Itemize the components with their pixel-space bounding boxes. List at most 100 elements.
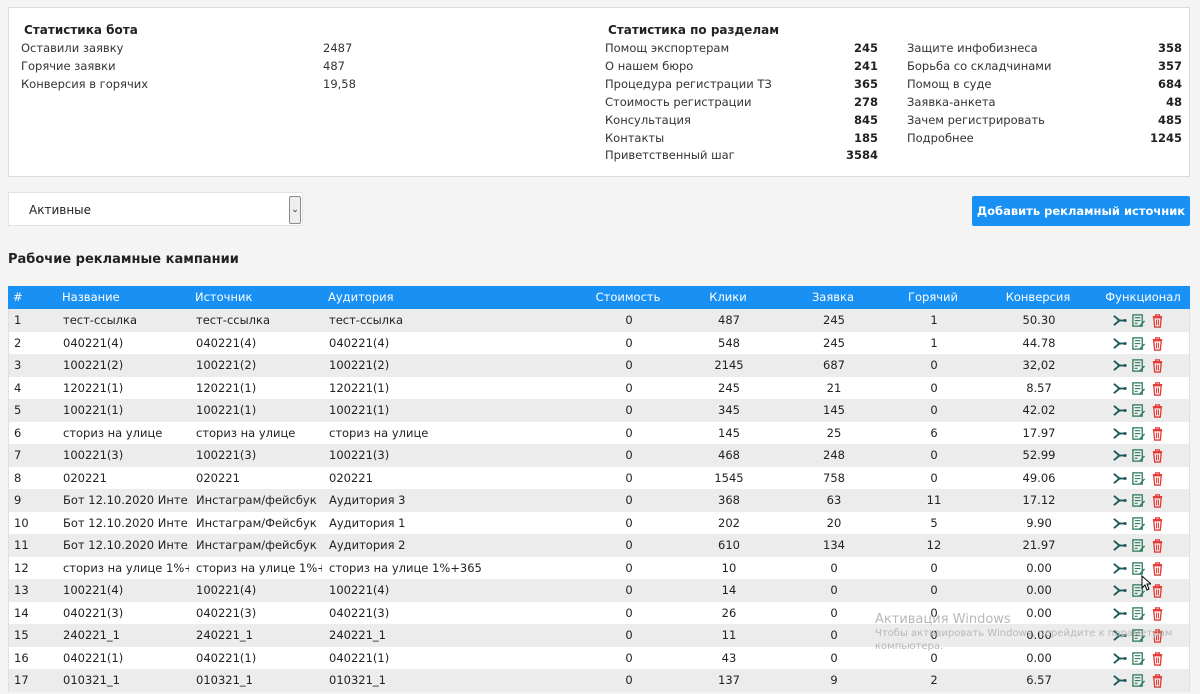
- header-source[interactable]: Источник: [195, 286, 321, 309]
- bot-stat-label: Оставили заявку: [21, 41, 124, 55]
- edit-icon[interactable]: [1131, 426, 1146, 441]
- section-stat-value: 3584: [845, 148, 878, 163]
- share-icon[interactable]: [1112, 358, 1127, 373]
- header-hot[interactable]: Горячий: [893, 286, 973, 309]
- table-row: 16 040221(1) 040221(1) 040221(1) 0 43 0 0 0.00: [8, 646, 1190, 669]
- edit-icon[interactable]: [1131, 493, 1146, 508]
- share-icon[interactable]: [1112, 538, 1127, 553]
- add-ad-source-button[interactable]: Добавить рекламный источник: [972, 196, 1190, 226]
- edit-icon[interactable]: [1131, 471, 1146, 486]
- trash-icon[interactable]: [1150, 381, 1165, 396]
- status-filter-select[interactable]: Активные ⌄: [8, 192, 303, 226]
- section-stat-row: Помощ в суде 684: [907, 77, 1182, 95]
- share-icon[interactable]: [1112, 448, 1127, 463]
- section-stat-label: Подробнее: [907, 130, 974, 145]
- trash-icon[interactable]: [1150, 336, 1165, 351]
- cell-audience: Аудитория 1: [329, 515, 406, 530]
- trash-icon[interactable]: [1150, 583, 1165, 598]
- cell-name: 100221(4): [63, 583, 124, 597]
- edit-icon[interactable]: [1131, 628, 1146, 643]
- header-leads[interactable]: Заявка: [793, 286, 873, 309]
- cell-cost: 0: [625, 583, 633, 597]
- share-icon[interactable]: [1112, 403, 1127, 418]
- header-name[interactable]: Название: [62, 286, 188, 309]
- trash-icon[interactable]: [1150, 403, 1165, 418]
- table-row: 5 100221(1) 100221(1) 100221(1) 0 345 145 0 42.0…: [8, 399, 1190, 422]
- trash-icon[interactable]: [1150, 651, 1165, 666]
- edit-icon[interactable]: [1131, 561, 1146, 576]
- table-row: 7 100221(3) 100221(3) 100221(3) 0 468 248 0 52.9…: [8, 444, 1190, 467]
- edit-icon[interactable]: [1131, 381, 1146, 396]
- header-audience[interactable]: Аудитория: [328, 286, 528, 309]
- share-icon[interactable]: [1112, 628, 1127, 643]
- header-num[interactable]: #: [13, 286, 53, 309]
- bot-stat-label: Конверсия в горячих: [21, 77, 149, 91]
- share-icon[interactable]: [1112, 583, 1127, 598]
- share-icon[interactable]: [1112, 426, 1127, 441]
- trash-icon[interactable]: [1150, 426, 1165, 441]
- edit-icon[interactable]: [1131, 651, 1146, 666]
- share-icon[interactable]: [1112, 493, 1127, 508]
- edit-icon[interactable]: [1131, 673, 1146, 688]
- chevron-down-icon[interactable]: ⌄: [289, 196, 301, 224]
- section-stat-row: Борьба со складчинами 357: [907, 59, 1182, 77]
- share-icon[interactable]: [1112, 516, 1127, 531]
- edit-icon[interactable]: [1131, 516, 1146, 531]
- cell-audience: сториз на улице 1%+365: [329, 560, 482, 575]
- share-icon[interactable]: [1112, 561, 1127, 576]
- cell-num: 14: [14, 605, 29, 620]
- share-icon[interactable]: [1112, 471, 1127, 486]
- header-clicks[interactable]: Клики: [688, 286, 768, 309]
- trash-icon[interactable]: [1150, 673, 1165, 688]
- share-icon[interactable]: [1112, 313, 1127, 328]
- share-icon[interactable]: [1112, 336, 1127, 351]
- cell-source: сториз на улице 1%+...: [196, 560, 322, 575]
- cell-cost: 0: [625, 628, 633, 642]
- header-conversion[interactable]: Конверсия: [998, 286, 1078, 309]
- share-icon[interactable]: [1112, 673, 1127, 688]
- cell-leads: 0: [830, 560, 838, 575]
- header-cost[interactable]: Стоимость: [588, 286, 668, 309]
- cell-source: Инстаграм/Фейсбук: [196, 515, 317, 530]
- edit-icon[interactable]: [1131, 538, 1146, 553]
- share-icon[interactable]: [1112, 651, 1127, 666]
- edit-icon[interactable]: [1131, 403, 1146, 418]
- section-stat-row: Процедура регистрации ТЗ 365: [605, 77, 878, 95]
- cell-cost: 0: [625, 313, 633, 327]
- trash-icon[interactable]: [1150, 448, 1165, 463]
- trash-icon[interactable]: [1150, 358, 1165, 373]
- edit-icon[interactable]: [1131, 336, 1146, 351]
- section-stats-title: Статистика по разделам: [608, 23, 780, 37]
- edit-icon[interactable]: [1131, 358, 1146, 373]
- cell-source: 010321_1: [196, 673, 253, 687]
- bot-stat-value: 2487: [323, 41, 353, 55]
- trash-icon[interactable]: [1150, 628, 1165, 643]
- row-actions: [1112, 491, 1165, 510]
- trash-icon[interactable]: [1150, 313, 1165, 328]
- share-icon[interactable]: [1112, 381, 1127, 396]
- trash-icon[interactable]: [1150, 471, 1165, 486]
- section-stat-row: О нашем бюро 241: [605, 59, 878, 77]
- cell-conversion: 0.00: [1026, 583, 1052, 597]
- cell-conversion: 52.99: [1022, 448, 1056, 462]
- section-stat-value: 358: [1157, 41, 1182, 55]
- section-stat-label: Помощ экспортерам: [605, 41, 730, 55]
- table-row: 3 100221(2) 100221(2) 100221(2) 0 2145 687 0 32,…: [8, 354, 1190, 377]
- trash-icon[interactable]: [1150, 538, 1165, 553]
- edit-icon[interactable]: [1131, 313, 1146, 328]
- section-stat-label: Зачем регистрировать: [907, 112, 1045, 127]
- cell-hot: 6: [930, 425, 938, 440]
- trash-icon[interactable]: [1150, 606, 1165, 621]
- trash-icon[interactable]: [1150, 493, 1165, 508]
- cell-hot: 0: [930, 403, 938, 417]
- cell-source: тест-ссылка: [196, 313, 271, 327]
- cell-name: Бот 12.10.2020 Инте...: [63, 515, 189, 530]
- edit-icon[interactable]: [1131, 606, 1146, 621]
- trash-icon[interactable]: [1150, 516, 1165, 531]
- edit-icon[interactable]: [1131, 448, 1146, 463]
- trash-icon[interactable]: [1150, 561, 1165, 576]
- cell-audience: 040221(4): [329, 335, 390, 350]
- row-actions: [1112, 581, 1165, 600]
- cell-audience: 240221_1: [329, 628, 386, 642]
- share-icon[interactable]: [1112, 606, 1127, 621]
